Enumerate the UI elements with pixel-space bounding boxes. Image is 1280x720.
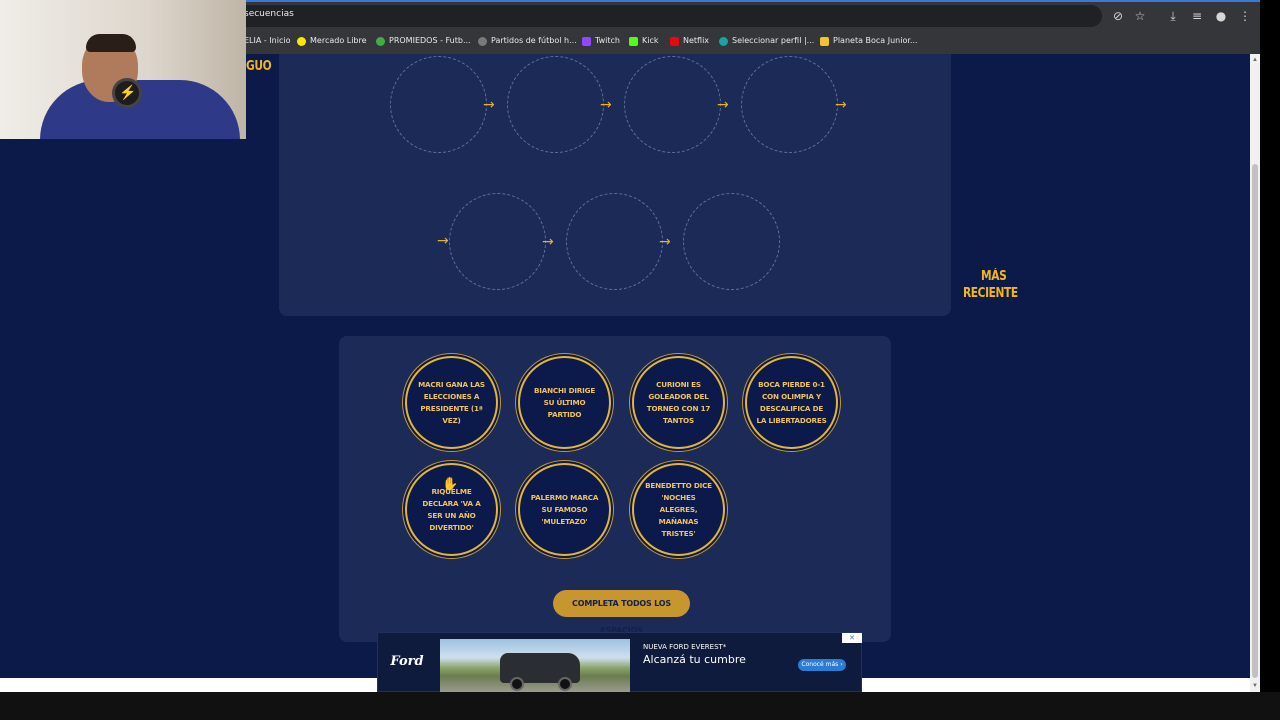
- arrow-icon: →: [437, 233, 449, 249]
- bookmark-label: Twitch: [595, 36, 620, 45]
- ad-banner[interactable]: Ford NUEVA FORD EVEREST* Alcanzá tu cumb…: [377, 632, 862, 692]
- more-menu-icon[interactable]: ⋮: [1237, 8, 1253, 24]
- scroll-down-icon[interactable]: ▼: [1251, 682, 1259, 690]
- netflix-icon: [670, 36, 679, 46]
- ad-subtitle: NUEVA FORD EVEREST*: [643, 643, 727, 651]
- ford-logo: Ford: [378, 633, 436, 691]
- bookmark-promiedos[interactable]: PROMIEDOS - Futb...: [376, 33, 471, 49]
- bookmark-netflix[interactable]: Netflix: [670, 33, 709, 49]
- bookmark-label: Mercado Libre: [310, 36, 367, 45]
- timeline-slot-4[interactable]: [741, 56, 838, 153]
- twitch-icon: [582, 36, 591, 46]
- event-card[interactable]: Palermo marca su famoso 'muletazo': [518, 463, 611, 556]
- timeline-panel: → → → → → → →: [279, 54, 951, 316]
- bookmark-label: Planeta Boca Junior...: [833, 36, 918, 45]
- ad-close-icon[interactable]: ✕: [842, 633, 862, 643]
- bookmark-label: PROMIEDOS - Futb...: [389, 36, 471, 45]
- timeline-slot-5[interactable]: [449, 193, 546, 290]
- bookmark-partidos[interactable]: Partidos de fútbol h...: [478, 33, 577, 49]
- arrow-icon: →: [659, 234, 671, 250]
- web-page: GUO → → → → → → → MÁS RECIENTE Macri ga: [0, 54, 1250, 692]
- kick-icon: [629, 36, 638, 46]
- media-queue-icon[interactable]: ≡: [1189, 8, 1205, 24]
- event-card[interactable]: Bianchi dirige su último partido: [518, 356, 611, 449]
- most-recent-label-line2: RECIENTE: [963, 286, 1018, 301]
- bookmark-elia[interactable]: ELIA - Inicio: [244, 33, 290, 49]
- bookmark-kick[interactable]: Kick: [629, 33, 659, 49]
- events-panel: Macri gana las elecciones a presidente (…: [339, 336, 891, 642]
- mercadolibre-icon: [297, 36, 306, 46]
- event-text: Palermo marca su famoso 'muletazo': [530, 492, 599, 526]
- car-wheel: [510, 677, 524, 691]
- car-wheel: [558, 677, 572, 691]
- event-card[interactable]: Macri gana las elecciones a presidente (…: [405, 356, 498, 449]
- event-text: Macri gana las elecciones a presidente (…: [418, 379, 485, 425]
- screen-edge: [1260, 0, 1280, 692]
- arrow-icon: →: [717, 97, 729, 113]
- timeline-slot-3[interactable]: [624, 56, 721, 153]
- scroll-up-icon[interactable]: ▲: [1251, 56, 1259, 64]
- arrow-icon: →: [835, 97, 847, 113]
- event-card[interactable]: Benedetto dice 'noches alegres, mañanas …: [632, 463, 725, 556]
- profile-icon: [719, 36, 728, 46]
- event-text: Bianchi dirige su último partido: [533, 385, 596, 419]
- vertical-scrollbar[interactable]: ▲ ▼: [1250, 54, 1260, 692]
- streamer-hair: [86, 34, 136, 52]
- bookmark-label: ELIA - Inicio: [244, 36, 291, 45]
- ad-car-image: [440, 639, 630, 692]
- address-bar[interactable]: secuencias: [232, 5, 1102, 27]
- address-bar-url: secuencias: [244, 9, 294, 19]
- ad-cta-button[interactable]: Conocé más ›: [798, 659, 846, 671]
- most-recent-label: MÁS RECIENTE: [963, 268, 1018, 302]
- download-icon[interactable]: ⤓: [1165, 8, 1181, 24]
- event-card[interactable]: Boca pierde 0-1 con Olimpia y descalific…: [745, 356, 838, 449]
- bookmark-label: Netflix: [683, 36, 710, 45]
- eye-off-icon[interactable]: ⊘: [1110, 8, 1126, 24]
- oldest-label: GUO: [246, 59, 272, 74]
- profile-avatar-icon[interactable]: ●: [1213, 8, 1229, 24]
- arrow-icon: →: [483, 97, 495, 113]
- arrow-icon: →: [542, 234, 554, 250]
- bookmark-seleccionar-perfil[interactable]: Seleccionar perfil |...: [719, 33, 814, 49]
- bookmark-label: Partidos de fútbol h...: [491, 36, 577, 45]
- event-text: Boca pierde 0-1 con Olimpia y descalific…: [756, 379, 827, 425]
- arrow-icon: →: [600, 97, 612, 113]
- ad-headline: Alcanzá tu cumbre: [643, 653, 746, 666]
- event-text: Benedetto dice 'noches alegres, mañanas …: [645, 480, 712, 538]
- football-icon: [478, 36, 487, 46]
- lightning-icon: ⚡: [119, 84, 137, 100]
- most-recent-label-line1: MÁS: [981, 269, 1007, 284]
- bookmark-label: Seleccionar perfil |...: [732, 36, 815, 45]
- timeline-slot-6[interactable]: [566, 193, 663, 290]
- timeline-slot-1[interactable]: [390, 56, 487, 153]
- bookmark-planeta-boca[interactable]: Planeta Boca Junior...: [820, 33, 918, 49]
- webcam-overlay: ⚡: [0, 0, 246, 139]
- bookmark-mercadolibre[interactable]: Mercado Libre: [297, 33, 367, 49]
- timeline-slot-7[interactable]: [683, 193, 780, 290]
- bookmark-label: Kick: [642, 36, 659, 45]
- event-text: Riquelme declara 'va a ser un año divert…: [422, 486, 481, 532]
- boca-icon: [820, 36, 829, 46]
- complete-all-button[interactable]: COMPLETA TODOS LOS ESPACIOS: [553, 590, 690, 635]
- event-text: Curioni es goleador del torneo con 17 ta…: [646, 379, 711, 425]
- screen: secuencias ⊘ ☆ ⤓ ≡ ● ⋮ ELIA - Inicio Mer…: [0, 0, 1280, 720]
- scrollbar-thumb[interactable]: [1252, 164, 1258, 678]
- hand-cursor-icon: ✋: [442, 477, 459, 492]
- bookmark-twitch[interactable]: Twitch: [582, 33, 620, 49]
- timeline-slot-2[interactable]: [507, 56, 604, 153]
- event-card[interactable]: Curioni es goleador del torneo con 17 ta…: [632, 356, 725, 449]
- promiedos-icon: [376, 36, 385, 46]
- star-icon[interactable]: ☆: [1132, 8, 1148, 24]
- taskbar-area: [0, 692, 1280, 720]
